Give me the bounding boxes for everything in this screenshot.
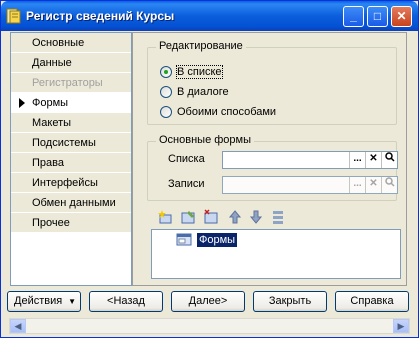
chevron-down-icon: ▼ [68,297,76,306]
radio-dot[interactable] [160,86,172,98]
nav-item-forms[interactable]: Формы [11,93,131,113]
forms-tree[interactable]: Формы [151,229,401,279]
scroll-right-icon[interactable]: ▶ [393,319,409,333]
radio-dot[interactable] [160,66,172,78]
nav-item-label: Данные [32,57,72,69]
nav-item-subsystems[interactable]: Подсистемы [11,133,131,153]
window: Регистр сведений Курсы _ □ ✕ Основные Да… [0,0,419,338]
actions-button[interactable]: Действия ▼ [7,291,81,312]
forms-panel: Редактирование В списке В диалоге Обоими… [132,32,407,286]
move-up-icon[interactable] [227,209,243,225]
nav-item-label: Подсистемы [32,137,96,149]
open-icon[interactable] [381,177,397,193]
open-icon[interactable] [381,152,397,168]
minimize-button[interactable]: _ [343,6,364,27]
nav-item-main[interactable]: Основные [11,33,131,53]
add-icon[interactable] [157,209,173,225]
nav-item-label: Интерфейсы [32,177,98,189]
dialog-body: Основные Данные Регистраторы Формы Макет… [5,32,414,335]
list-form-label: Списка [168,153,205,165]
scroll-left-icon[interactable]: ◀ [10,319,26,333]
nav-list: Основные Данные Регистраторы Формы Макет… [10,32,132,286]
edit-mode-group: Редактирование В списке В диалоге Обоими… [147,40,397,125]
sort-icon[interactable] [270,209,286,225]
nav-item-label: Права [32,157,64,169]
record-form-label: Записи [168,178,205,190]
nav-item-rights[interactable]: Права [11,153,131,173]
move-down-icon[interactable] [248,209,264,225]
back-button[interactable]: <Назад [89,291,163,312]
nav-item-templates[interactable]: Макеты [11,113,131,133]
close-button[interactable]: Закрыть [253,291,327,312]
horizontal-scrollbar[interactable]: ◀ ▶ [9,318,410,334]
nav-item-label: Регистраторы [32,77,103,89]
radio-dot[interactable] [160,106,172,118]
close-window-button[interactable]: ✕ [391,6,412,27]
nav-item-interfaces[interactable]: Интерфейсы [11,173,131,193]
titlebar[interactable]: Регистр сведений Курсы _ □ ✕ [1,1,418,31]
radio-label: В диалоге [177,86,229,98]
actions-label: Действия [14,295,63,307]
help-button[interactable]: Справка [335,291,409,312]
nav-item-label: Формы [32,97,69,109]
main-forms-title: Основные формы [156,134,255,146]
edit-icon[interactable] [180,209,196,225]
delete-icon[interactable] [203,209,219,225]
register-icon [6,8,21,24]
nav-item-other[interactable]: Прочее [11,213,131,233]
selected-arrow-icon [19,98,25,108]
forms-folder-icon [176,233,192,246]
main-forms-group: Основные формы Списка ... ✕ Записи ... ✕ [147,134,398,201]
next-button[interactable]: Далее> [171,291,245,312]
select-button[interactable]: ... [349,177,365,193]
clear-icon[interactable]: ✕ [365,152,381,168]
list-form-field[interactable]: ... ✕ [222,151,398,169]
clear-icon[interactable]: ✕ [365,177,381,193]
nav-item-label: Прочее [32,217,70,229]
maximize-button[interactable]: □ [367,6,388,27]
record-form-field[interactable]: ... ✕ [222,176,398,194]
nav-item-label: Макеты [32,117,72,129]
nav-item-label: Основные [32,37,85,49]
select-button[interactable]: ... [349,152,365,168]
edit-mode-title: Редактирование [156,40,246,52]
radio-label: Обоими способами [177,106,277,118]
nav-item-label: Обмен данными [32,197,116,209]
nav-item-data[interactable]: Данные [11,53,131,73]
radio-label: В списке [176,65,223,79]
tree-node-forms[interactable]: Формы [197,233,238,247]
nav-item-registrators: Регистраторы [11,73,131,93]
nav-item-data-exchange[interactable]: Обмен данными [11,193,131,213]
window-title: Регистр сведений Курсы [26,9,175,23]
